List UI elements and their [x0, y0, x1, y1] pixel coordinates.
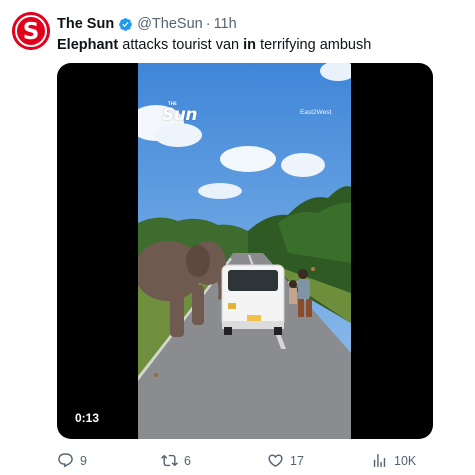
avatar[interactable]: S: [12, 12, 50, 50]
svg-text:S: S: [23, 19, 40, 45]
video-watermark-source: East2West: [300, 109, 332, 116]
video-frame: THE Sun East2West: [138, 63, 351, 439]
views-count: 10K: [394, 453, 417, 468]
tweet-text-part-4: terrifying ambush: [256, 37, 372, 53]
reply-count: 9: [80, 453, 87, 468]
the-sun-logo-icon: S: [12, 12, 50, 50]
tweet-card[interactable]: S The Sun @TheSun · 11h Elephant attacks…: [0, 0, 475, 475]
video-duration-badge: 0:13: [71, 410, 104, 426]
tweet-header: The Sun @TheSun · 11h: [57, 14, 237, 34]
retweet-button[interactable]: 6: [161, 452, 191, 469]
views-chart-icon: [373, 454, 386, 467]
verified-badge-icon: [118, 17, 133, 32]
like-button[interactable]: 17: [267, 452, 304, 469]
video-player[interactable]: THE Sun East2West 0:13: [57, 63, 433, 439]
like-count: 17: [290, 453, 304, 468]
video-watermark-logo-small: THE: [168, 101, 177, 106]
separator-dot: ·: [205, 16, 211, 32]
timestamp[interactable]: 11h: [214, 16, 237, 32]
video-watermark-logo-text: Sun: [162, 105, 197, 125]
tweet-text-bold-1: Elephant: [57, 37, 119, 53]
views-button[interactable]: 10K: [371, 452, 416, 469]
display-name[interactable]: The Sun: [57, 16, 114, 32]
tweet-text: Elephant attacks tourist van in terrifyi…: [57, 36, 371, 54]
heart-icon: [268, 454, 283, 467]
tweet-text-part-2: attacks tourist van: [118, 37, 244, 53]
retweet-icon: [161, 454, 178, 467]
retweet-count: 6: [184, 453, 191, 468]
user-handle[interactable]: @TheSun: [137, 16, 203, 32]
reply-button[interactable]: 9: [57, 452, 87, 469]
tweet-text-bold-2: in: [243, 37, 257, 53]
video-watermark-logo: THE Sun: [162, 101, 197, 125]
tweet-actions-bar: 9 6 17 10K: [57, 452, 457, 470]
reply-icon: [58, 453, 73, 468]
